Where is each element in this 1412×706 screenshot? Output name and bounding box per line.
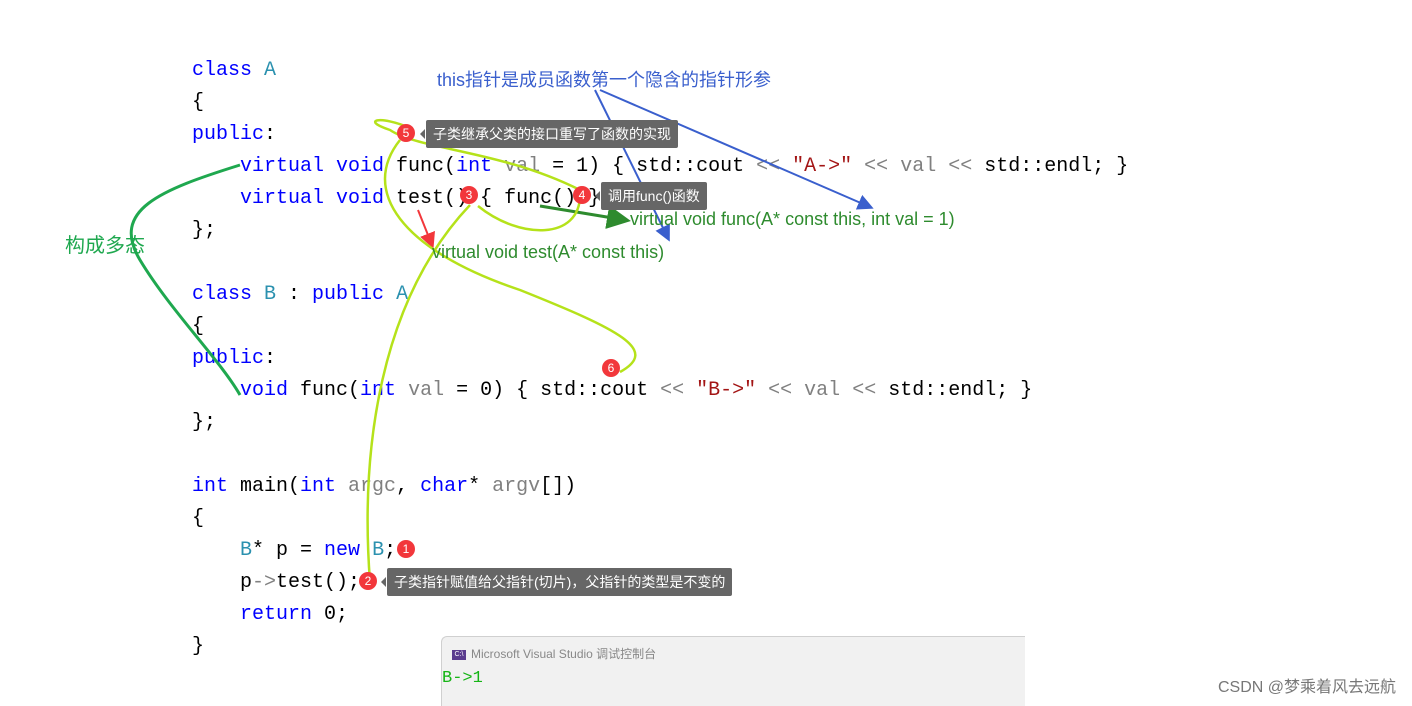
console-title-bar: C:\ Microsoft Visual Studio 调试控制台 (452, 645, 656, 662)
note-4: 调用func()函数 (595, 182, 707, 210)
note-2: 子类指针赋值给父指针(切片)，父指针的类型是不变的 (380, 568, 733, 596)
polymorphism-bracket (129, 163, 242, 396)
badge-5: 5 (397, 124, 415, 142)
badge-4: 4 (573, 186, 591, 204)
note-5: 子类继承父类的接口重写了函数的实现 (420, 120, 678, 148)
debug-console-window[interactable]: C:\ Microsoft Visual Studio 调试控制台 B->1 (441, 636, 1025, 706)
console-output: B->1 (442, 669, 483, 688)
console-icon: C:\ (452, 649, 466, 660)
watermark: CSDN @梦乘着风去远航 (1217, 679, 1396, 696)
badge-2: 2 (359, 572, 377, 590)
badge-6: 6 (602, 359, 620, 377)
func-signature-note: virtual void func(A* const this, int val… (630, 209, 955, 229)
polymorphism-label: 构成多态 (65, 235, 145, 257)
badge-1: 1 (397, 540, 415, 558)
console-title: Microsoft Visual Studio 调试控制台 (471, 647, 657, 661)
this-pointer-note: this指针是成员函数第一个隐含的指针形参 (437, 70, 772, 90)
badge-3: 3 (460, 186, 478, 204)
test-signature-note: virtual void test(A* const this) (432, 242, 665, 262)
annotation-drawings (129, 89, 874, 583)
call-flow-curve (366, 118, 637, 583)
